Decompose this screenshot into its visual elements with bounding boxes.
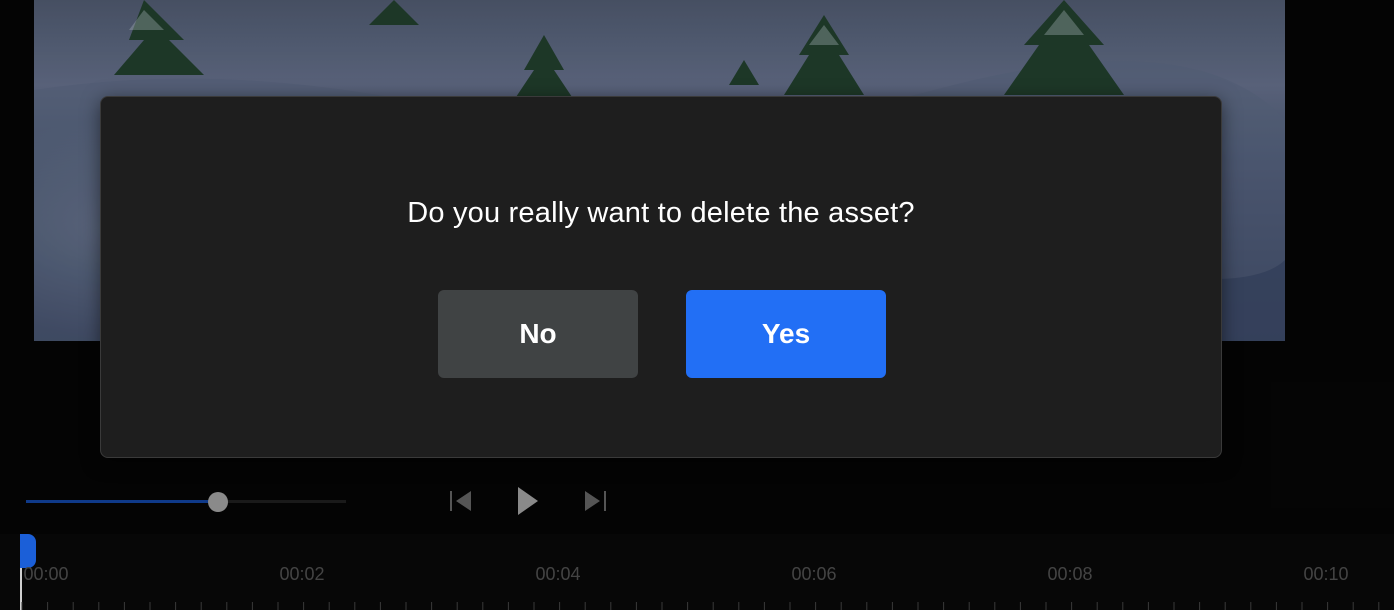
dialog-message: Do you really want to delete the asset? xyxy=(407,197,915,229)
play-button[interactable] xyxy=(510,484,544,518)
yes-button[interactable]: Yes xyxy=(686,290,886,378)
seek-progress-fill xyxy=(26,500,218,503)
timeline-ruler xyxy=(21,602,1380,610)
editor-app: Do you really want to delete the asset? … xyxy=(0,0,1394,610)
timeline-tick-label: 00:04 xyxy=(535,564,581,584)
delete-confirm-dialog: Do you really want to delete the asset? … xyxy=(100,96,1222,458)
timeline-tick-label: 00:06 xyxy=(791,564,837,584)
no-button[interactable]: No xyxy=(438,290,638,378)
play-icon xyxy=(518,487,538,515)
playhead-handle[interactable] xyxy=(20,534,36,568)
seek-thumb[interactable] xyxy=(208,492,228,512)
timeline[interactable]: 00:00 00:02 00:04 00:06 00:08 00:10 xyxy=(0,534,1394,610)
timeline-tick-label: 00:08 xyxy=(1047,564,1093,584)
player-controls xyxy=(0,470,1394,534)
timeline-tick-label: 00:00 xyxy=(23,564,69,584)
timeline-tick-label: 00:02 xyxy=(279,564,325,584)
skip-next-button[interactable] xyxy=(578,484,612,518)
timeline-tick-label: 00:10 xyxy=(1303,564,1349,584)
seek-slider[interactable] xyxy=(26,500,346,503)
skip-previous-button[interactable] xyxy=(444,484,478,518)
skip-previous-icon xyxy=(450,491,471,511)
skip-next-icon xyxy=(585,491,606,511)
